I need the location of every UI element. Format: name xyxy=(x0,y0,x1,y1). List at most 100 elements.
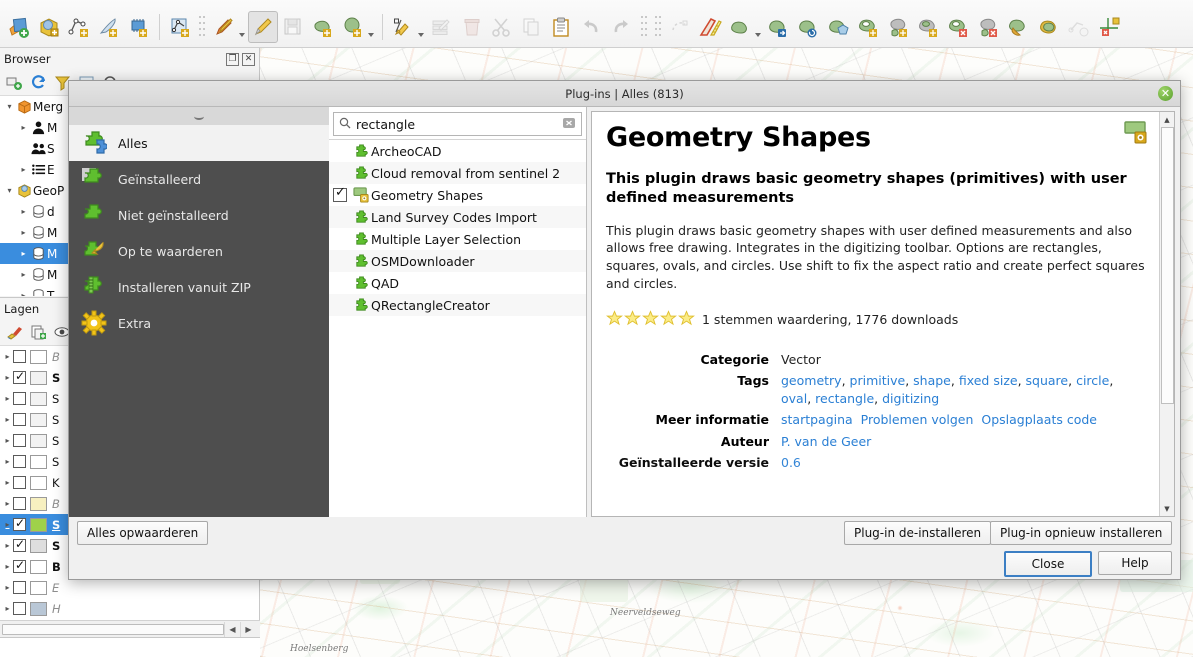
feature-dropdown-icon[interactable] xyxy=(368,21,377,37)
new-shapefile-layer-icon[interactable] xyxy=(165,11,195,43)
metadata-link[interactable]: digitizing xyxy=(882,391,939,406)
open-style-manager-icon[interactable] xyxy=(3,323,25,343)
measure-tool-icon[interactable] xyxy=(695,11,725,43)
close-icon[interactable]: ✕ xyxy=(242,52,255,66)
plugin-list-item[interactable]: OSMDownloader xyxy=(329,250,586,272)
layer-visibility-checkbox[interactable] xyxy=(13,350,26,363)
vertex-tool-dropdown-icon[interactable] xyxy=(418,21,427,37)
close-icon[interactable]: ✕ xyxy=(1158,86,1173,101)
rotate-feature-icon[interactable] xyxy=(665,11,695,43)
merge-features-icon[interactable] xyxy=(764,11,794,43)
metadata-link[interactable]: square xyxy=(1026,373,1069,388)
metadata-link[interactable]: geometry xyxy=(781,373,842,388)
split-parts-icon[interactable] xyxy=(1094,11,1124,43)
expand-arrow-icon[interactable]: ▸ xyxy=(2,352,13,361)
copy-features-icon[interactable] xyxy=(517,11,547,43)
star-icon[interactable] xyxy=(606,309,623,330)
add-ring-icon[interactable] xyxy=(854,11,884,43)
expand-arrow-icon[interactable]: ▸ xyxy=(2,562,13,571)
detail-vertical-scrollbar[interactable]: ▲ ▼ xyxy=(1159,112,1174,516)
scrollbar-thumb[interactable] xyxy=(1160,127,1174,404)
metadata-link[interactable]: shape xyxy=(913,373,951,388)
metadata-link[interactable]: startpagina xyxy=(781,412,853,427)
expand-arrow-icon[interactable]: ▸ xyxy=(2,520,13,529)
expand-arrow-icon[interactable]: ▸ xyxy=(18,291,29,296)
plugin-list-item[interactable]: Land Survey Codes Import xyxy=(329,206,586,228)
sidebar-item-extra[interactable]: Extra xyxy=(69,305,329,341)
split-features-icon[interactable] xyxy=(1064,11,1094,43)
toolbar-grip[interactable] xyxy=(640,14,648,40)
star-icon[interactable] xyxy=(678,309,695,330)
layer-visibility-checkbox[interactable] xyxy=(13,392,26,405)
expand-arrow-icon[interactable]: ▸ xyxy=(2,373,13,382)
search-input-wrapper[interactable] xyxy=(333,112,582,136)
add-postgis-layer-icon[interactable] xyxy=(124,11,154,43)
sidebar-item-alles[interactable]: Alles xyxy=(69,125,329,161)
metadata-link[interactable]: Opslagplaats code xyxy=(981,412,1097,427)
rotate-features-icon[interactable] xyxy=(794,11,824,43)
expand-arrow-icon[interactable]: ▾ xyxy=(4,102,15,111)
scroll-right-icon[interactable]: ▶ xyxy=(240,621,256,637)
undock-icon[interactable]: ❐ xyxy=(226,52,239,66)
select-dropdown-icon[interactable] xyxy=(755,21,764,37)
scroll-down-icon[interactable]: ▼ xyxy=(1160,501,1175,516)
add-raster-layer-icon[interactable] xyxy=(34,11,64,43)
expand-arrow-icon[interactable]: ▸ xyxy=(18,228,29,237)
scroll-left-icon[interactable]: ◀ xyxy=(224,621,240,637)
search-input[interactable] xyxy=(356,116,562,132)
expand-arrow-icon[interactable]: ▸ xyxy=(2,394,13,403)
offset-curve-icon[interactable] xyxy=(1034,11,1064,43)
star-icon[interactable] xyxy=(642,309,659,330)
layer-visibility-checkbox[interactable] xyxy=(13,516,26,531)
uninstall-plugin-button[interactable]: Plug-in de-installeren xyxy=(844,521,992,545)
plugin-list-item[interactable]: Multiple Layer Selection xyxy=(329,228,586,250)
scrollbar-thumb[interactable] xyxy=(2,623,224,635)
clear-icon[interactable] xyxy=(562,116,576,133)
current-edits-icon[interactable] xyxy=(209,11,239,43)
add-vector-layer-icon[interactable] xyxy=(4,11,34,43)
add-part-icon[interactable] xyxy=(884,11,914,43)
add-polygon-feature-icon[interactable] xyxy=(308,11,338,43)
sidebar-item-ge-nstalleerd[interactable]: Geïnstalleerd xyxy=(69,161,329,197)
add-delimited-text-icon[interactable] xyxy=(94,11,124,43)
metadata-link[interactable]: 0.6 xyxy=(781,455,801,470)
paste-features-icon[interactable] xyxy=(547,11,577,43)
expand-arrow-icon[interactable]: ▸ xyxy=(2,604,13,613)
layer-visibility-checkbox[interactable] xyxy=(13,558,26,573)
select-features-icon[interactable] xyxy=(725,11,755,43)
fill-ring-icon[interactable] xyxy=(914,11,944,43)
current-edits-dropdown-icon[interactable] xyxy=(239,21,248,37)
scroll-up-icon[interactable]: ▲ xyxy=(1160,112,1175,127)
expand-arrow-icon[interactable]: ▸ xyxy=(2,436,13,445)
vertex-tool-icon[interactable] xyxy=(388,11,418,43)
layers-horizontal-scrollbar[interactable]: ◀ ▶ xyxy=(0,620,260,637)
add-selected-layers-icon[interactable] xyxy=(3,73,25,93)
layer-list-item[interactable]: ▸ E xyxy=(0,577,259,598)
redo-icon[interactable] xyxy=(607,11,637,43)
refresh-icon[interactable] xyxy=(27,73,49,93)
layer-visibility-checkbox[interactable] xyxy=(13,537,26,552)
expand-arrow-icon[interactable]: ▾ xyxy=(4,186,15,195)
expand-arrow-icon[interactable]: ▸ xyxy=(2,583,13,592)
close-button[interactable]: Close xyxy=(1004,551,1092,577)
expand-arrow-icon[interactable]: ▸ xyxy=(2,415,13,424)
plugin-checkbox[interactable] xyxy=(333,185,347,202)
layer-visibility-checkbox[interactable] xyxy=(13,581,26,594)
sidebar-item-op-te-waarderen[interactable]: Op te waarderen xyxy=(69,233,329,269)
modify-attributes-icon[interactable] xyxy=(427,11,457,43)
toolbar-grip[interactable] xyxy=(654,14,662,40)
plugin-list-item[interactable]: Geometry Shapes xyxy=(329,184,586,206)
delete-selected-icon[interactable] xyxy=(457,11,487,43)
add-circle-feature-icon[interactable] xyxy=(338,11,368,43)
metadata-link[interactable]: fixed size xyxy=(959,373,1018,388)
help-button[interactable]: Help xyxy=(1098,551,1172,575)
plugin-list-item[interactable]: Cloud removal from sentinel 2 xyxy=(329,162,586,184)
upgrade-all-button[interactable]: Alles opwaarderen xyxy=(77,521,209,545)
cut-features-icon[interactable] xyxy=(487,11,517,43)
plugins-sidebar[interactable]: Alles Geïnstalleerd Niet geïnstalleerd Op t… xyxy=(69,107,329,517)
metadata-link[interactable]: oval xyxy=(781,391,807,406)
expand-arrow-icon[interactable]: ▸ xyxy=(18,207,29,216)
expand-arrow-icon[interactable]: ▸ xyxy=(2,478,13,487)
reinstall-plugin-button[interactable]: Plug-in opnieuw installeren xyxy=(990,521,1173,545)
main-toolbar[interactable] xyxy=(0,0,1193,48)
